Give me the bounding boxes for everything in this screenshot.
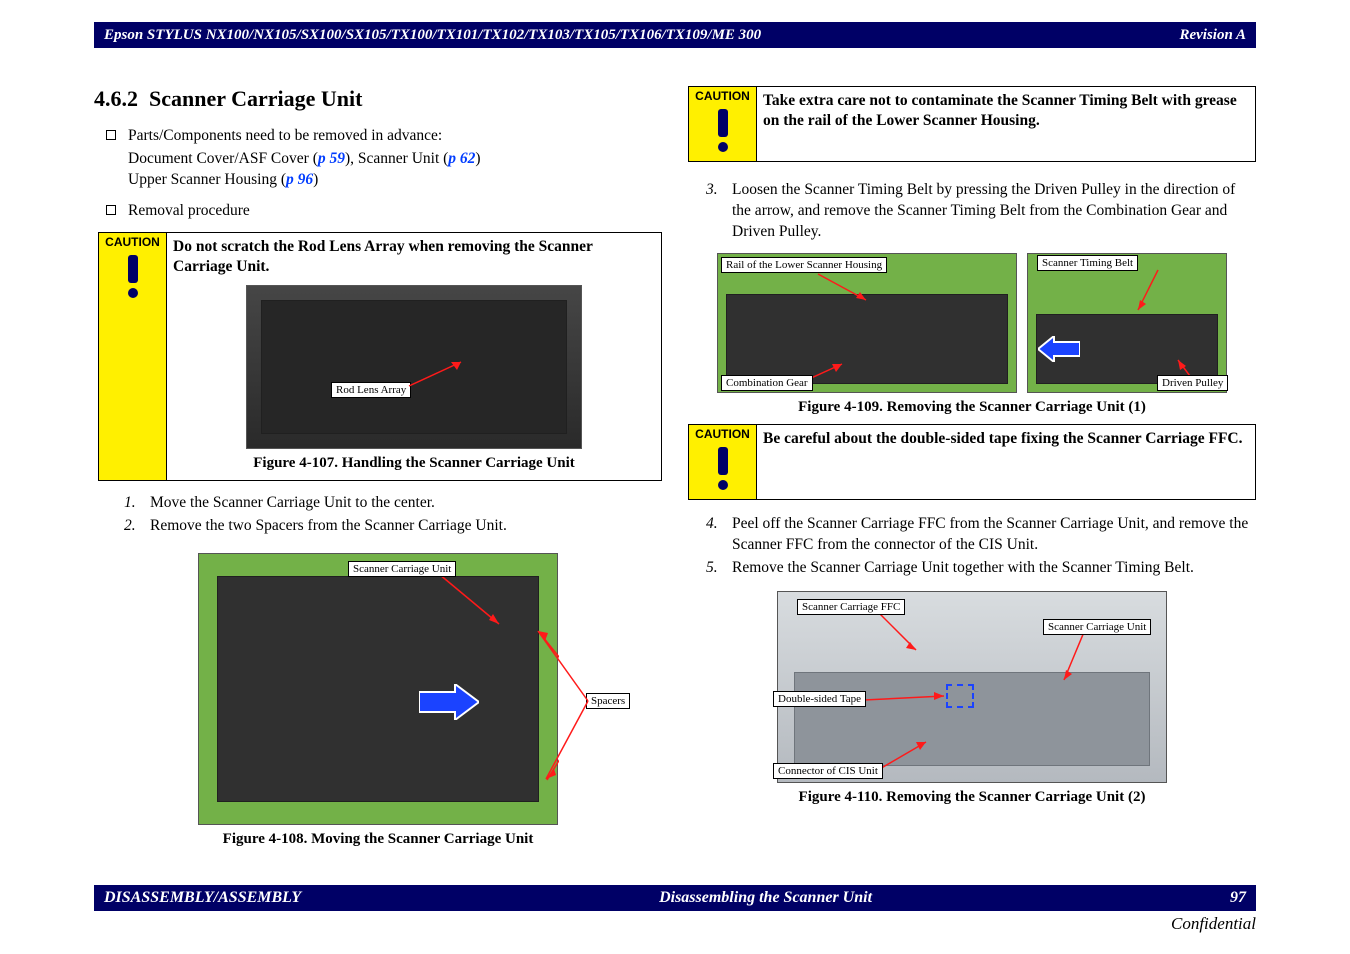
caution-badge: CAUTION <box>99 233 167 480</box>
callout-scanner-carriage-unit: Scanner Carriage Unit <box>1043 619 1151 635</box>
step-1: 1. Move the Scanner Carriage Unit to the… <box>124 493 662 514</box>
step-4: 4. Peel off the Scanner Carriage FFC fro… <box>706 514 1256 556</box>
page-content: 4.6.2 Scanner Carriage Unit Parts/Compon… <box>94 60 1256 874</box>
caution-2-text: Take extra care not to contaminate the S… <box>757 87 1255 161</box>
checkbox-icon <box>106 205 116 215</box>
caution-icon <box>703 443 743 493</box>
caution-2: CAUTION Take extra care not to contamina… <box>688 86 1256 162</box>
figure-108: Scanner Carriage Unit Spacers Figure 4-1… <box>94 553 662 848</box>
page-footer: DISASSEMBLY/ASSEMBLY Disassembling the S… <box>94 885 1256 911</box>
figure-109-image-left <box>717 253 1017 393</box>
figure-110-caption: Figure 4-110. Removing the Scanner Carri… <box>799 789 1146 806</box>
link-p62[interactable]: p 62 <box>448 150 475 167</box>
advance-label: Parts/Components need to be removed in a… <box>128 126 662 147</box>
bullet-advance: Parts/Components need to be removed in a… <box>106 126 662 147</box>
caution-label: CAUTION <box>105 235 160 249</box>
figure-108-caption: Figure 4-108. Moving the Scanner Carriag… <box>223 831 534 848</box>
callout-driven-pulley: Driven Pulley <box>1157 375 1228 391</box>
header-title: Epson STYLUS NX100/NX105/SX100/SX105/TX1… <box>104 27 761 44</box>
caution-3-text: Be careful about the double-sided tape f… <box>757 425 1255 499</box>
callout-spacers: Spacers <box>586 693 630 709</box>
footer-left: DISASSEMBLY/ASSEMBLY <box>104 889 301 907</box>
step-3: 3. Loosen the Scanner Timing Belt by pre… <box>706 180 1256 243</box>
callout-double-sided-tape: Double-sided Tape <box>773 691 866 707</box>
section-number: 4.6.2 <box>94 86 138 111</box>
caution-label: CAUTION <box>695 89 750 103</box>
caution-icon <box>703 105 743 155</box>
caution-3: CAUTION Be careful about the double-side… <box>688 424 1256 500</box>
bullet-removal: Removal procedure <box>106 201 662 222</box>
left-column: 4.6.2 Scanner Carriage Unit Parts/Compon… <box>94 60 662 874</box>
figure-109: Rail of the Lower Scanner Housing Scanne… <box>688 253 1256 416</box>
confidential-label: Confidential <box>1171 914 1256 934</box>
caution-badge: CAUTION <box>689 87 757 161</box>
header-revision: Revision A <box>1179 27 1246 44</box>
section-heading: 4.6.2 Scanner Carriage Unit <box>94 86 662 112</box>
caution-badge: CAUTION <box>689 425 757 499</box>
figure-107-image: Rod Lens Array <box>246 285 582 449</box>
footer-center: Disassembling the Scanner Unit <box>659 889 872 907</box>
caution-icon <box>113 251 153 301</box>
figure-108-image <box>198 553 558 825</box>
caution-1: CAUTION Do not scratch the Rod Lens Arra… <box>98 232 662 481</box>
advance-line-2: Upper Scanner Housing (p 96) <box>128 170 662 191</box>
caution-1-text: Do not scratch the Rod Lens Array when r… <box>167 233 661 281</box>
step-5: 5. Remove the Scanner Carriage Unit toge… <box>706 558 1256 579</box>
step-2: 2. Remove the two Spacers from the Scann… <box>124 516 662 537</box>
link-p96[interactable]: p 96 <box>286 171 313 188</box>
footer-page: 97 <box>1230 889 1246 907</box>
section-title-text: Scanner Carriage Unit <box>149 86 362 111</box>
page-header: Epson STYLUS NX100/NX105/SX100/SX105/TX1… <box>94 22 1256 48</box>
figure-110: Scanner Carriage FFC Scanner Carriage Un… <box>688 591 1256 806</box>
callout-scanner-carriage-unit: Scanner Carriage Unit <box>348 561 456 577</box>
callout-scanner-ffc: Scanner Carriage FFC <box>797 599 905 615</box>
caution-label: CAUTION <box>695 427 750 441</box>
advance-line-1: Document Cover/ASF Cover (p 59), Scanner… <box>128 149 662 170</box>
callout-combination-gear: Combination Gear <box>721 375 813 391</box>
figure-109-caption: Figure 4-109. Removing the Scanner Carri… <box>798 399 1146 416</box>
link-p59[interactable]: p 59 <box>318 150 345 167</box>
figure-109-image-right <box>1027 253 1227 393</box>
callout-timing-belt: Scanner Timing Belt <box>1037 255 1138 271</box>
figure-107-caption: Figure 4-107. Handling the Scanner Carri… <box>253 455 575 472</box>
callout-cis-connector: Connector of CIS Unit <box>773 763 883 779</box>
callout-rail: Rail of the Lower Scanner Housing <box>721 257 887 273</box>
right-column: CAUTION Take extra care not to contamina… <box>688 60 1256 874</box>
checkbox-icon <box>106 130 116 140</box>
removal-label: Removal procedure <box>128 201 662 222</box>
